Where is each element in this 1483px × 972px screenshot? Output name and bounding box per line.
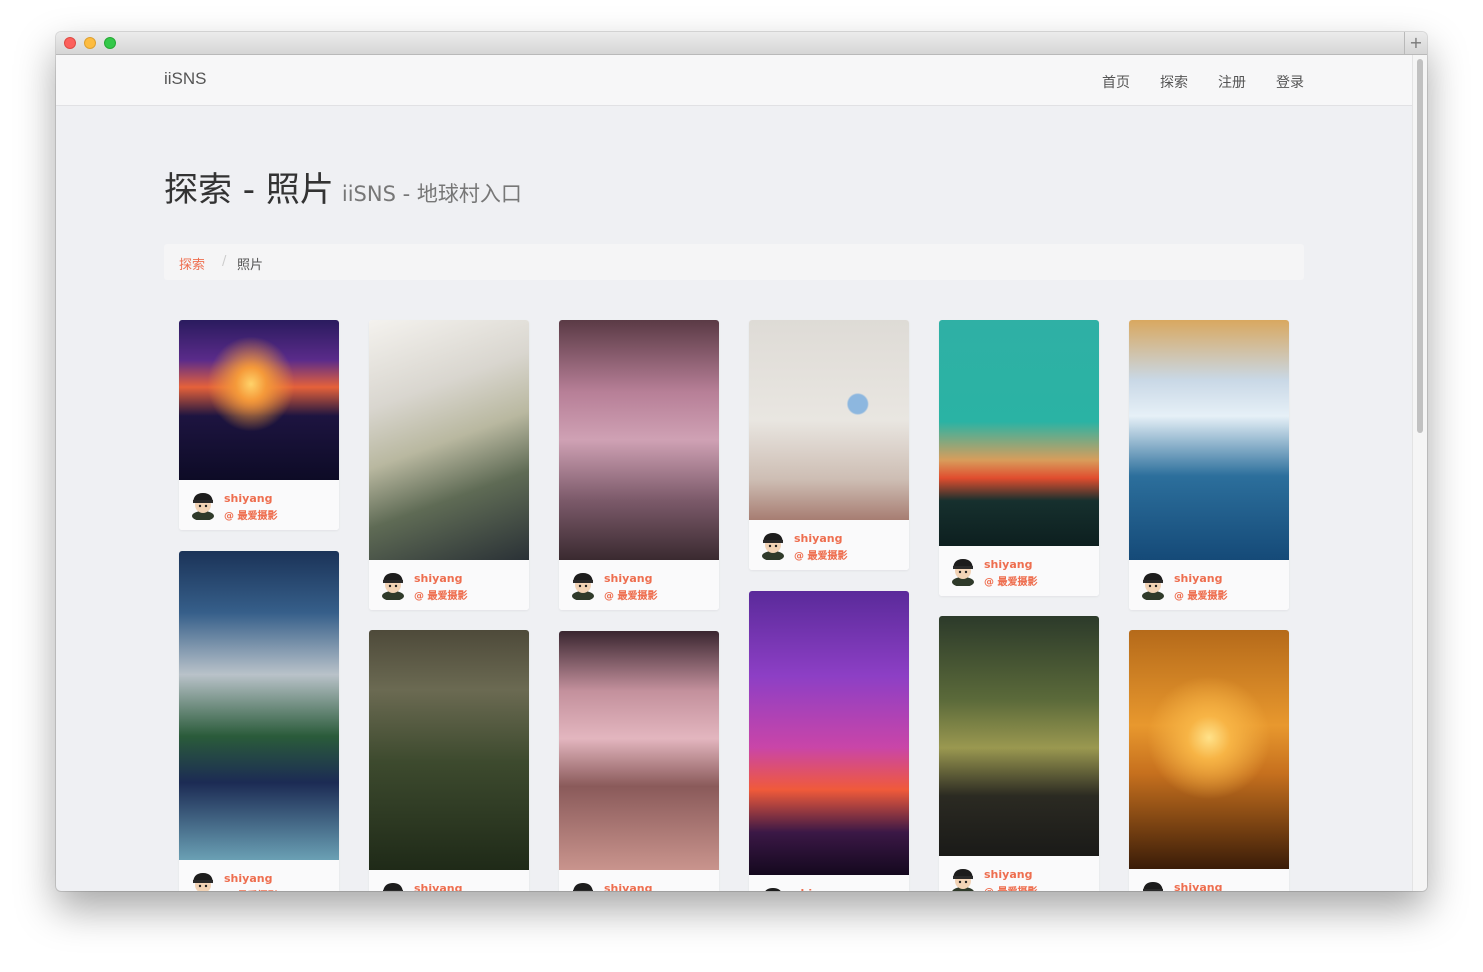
author-link[interactable]: shiyang (224, 872, 272, 885)
photo-image[interactable] (749, 591, 909, 875)
new-tab-button[interactable]: + (1404, 32, 1427, 54)
photo-meta: shiyang@ 最爱摄影 (559, 870, 719, 891)
author-link[interactable]: shiyang (414, 882, 462, 891)
photo-image[interactable] (559, 631, 719, 870)
photo-meta: shiyang @ 最爱摄影 (939, 546, 1099, 596)
avatar[interactable] (379, 880, 407, 891)
avatar[interactable] (189, 490, 217, 521)
photo-meta: shiyang @ 最爱摄影 (179, 480, 339, 530)
group-link[interactable]: @ 最爱摄影 (604, 587, 657, 602)
photo-card[interactable]: shiyang@ 最爱摄影 (749, 591, 909, 891)
avatar[interactable] (379, 570, 407, 601)
group-link[interactable]: @ 最爱摄影 (1174, 587, 1227, 602)
author-link[interactable]: shiyang (794, 887, 842, 891)
author-link[interactable]: shiyang (604, 882, 652, 891)
nav-link-explore[interactable]: 探索 (1160, 72, 1188, 92)
photo-image[interactable] (369, 320, 529, 560)
author-link[interactable]: shiyang (794, 532, 842, 545)
photo-image[interactable] (1129, 630, 1289, 869)
photo-meta: shiyang@ 最爱摄影 (369, 870, 529, 891)
photo-image[interactable] (1129, 320, 1289, 560)
photo-image[interactable] (179, 551, 339, 860)
photo-meta: shiyang@ 最爱摄影 (749, 875, 909, 891)
photo-meta: shiyang @ 最爱摄影 (749, 520, 909, 570)
nav-link-login[interactable]: 登录 (1276, 72, 1304, 92)
author-link[interactable]: shiyang (1174, 881, 1222, 891)
avatar[interactable] (949, 866, 977, 891)
group-link[interactable]: @ 最爱摄影 (984, 573, 1037, 588)
photo-card[interactable]: shiyang @ 最爱摄影 (559, 320, 719, 610)
photo-card[interactable]: shiyang@ 最爱摄影 (369, 630, 529, 891)
group-link[interactable]: @ 最爱摄影 (414, 587, 467, 602)
close-window-button[interactable] (64, 37, 76, 49)
photo-meta: shiyang @ 最爱摄影 (1129, 560, 1289, 610)
group-link[interactable]: @ 最爱摄影 (794, 547, 847, 562)
photo-meta: shiyang @ 最爱摄影 (369, 560, 529, 610)
breadcrumb: 探索 / 照片 (164, 244, 1304, 280)
minimize-window-button[interactable] (84, 37, 96, 49)
author-link[interactable]: shiyang (604, 572, 652, 585)
vertical-scrollbar[interactable] (1412, 55, 1427, 891)
avatar[interactable] (569, 880, 597, 891)
author-link[interactable]: shiyang (984, 558, 1032, 571)
navbar: iiSNS 首页 探索 注册 登录 (56, 55, 1413, 106)
photo-card[interactable]: shiyang @ 最爱摄影 (179, 551, 339, 891)
photo-meta: shiyang @ 最爱摄影 (939, 856, 1099, 891)
page-title: 探索 - 照片 iiSNS - 地球村入口 (164, 162, 522, 211)
photo-card[interactable]: shiyang @ 最爱摄影 (1129, 320, 1289, 610)
author-link[interactable]: shiyang (414, 572, 462, 585)
avatar[interactable] (1139, 879, 1167, 891)
photo-card[interactable]: shiyang @ 最爱摄影 (939, 616, 1099, 891)
avatar[interactable] (569, 570, 597, 601)
photo-meta: shiyang @ 最爱摄影 (559, 560, 719, 610)
breadcrumb-separator: / (222, 254, 227, 269)
avatar[interactable] (949, 556, 977, 587)
photo-card[interactable]: shiyang @ 最爱摄影 (369, 320, 529, 610)
breadcrumb-link-explore[interactable]: 探索 (179, 254, 205, 273)
browser-window: + iiSNS 首页 探索 注册 登录 探索 - 照片 iiSNS - 地球村入口… (56, 32, 1427, 891)
avatar[interactable] (759, 530, 787, 561)
brand-link[interactable]: iiSNS (164, 69, 207, 89)
photo-image[interactable] (179, 320, 339, 480)
page-heading: 探索 - 照片 (164, 170, 334, 210)
avatar[interactable] (1139, 570, 1167, 601)
page-subtitle: iiSNS - 地球村入口 (341, 182, 522, 206)
author-link[interactable]: shiyang (984, 868, 1032, 881)
group-link[interactable]: @ 最爱摄影 (224, 507, 277, 522)
photo-card[interactable]: shiyang @ 最爱摄影 (179, 320, 339, 530)
avatar[interactable] (189, 870, 217, 891)
group-link[interactable]: @ 最爱摄影 (984, 883, 1037, 891)
photo-card[interactable]: shiyang@ 最爱摄影 (1129, 630, 1289, 891)
group-link[interactable]: @ 最爱摄影 (224, 887, 277, 891)
nav-link-home[interactable]: 首页 (1102, 72, 1130, 92)
photo-image[interactable] (749, 320, 909, 520)
photo-card[interactable]: shiyang@ 最爱摄影 (559, 631, 719, 891)
photo-image[interactable] (939, 320, 1099, 546)
nav-link-register[interactable]: 注册 (1218, 72, 1246, 92)
zoom-window-button[interactable] (104, 37, 116, 49)
photo-image[interactable] (369, 630, 529, 870)
avatar[interactable] (759, 885, 787, 891)
photo-meta: shiyang@ 最爱摄影 (1129, 869, 1289, 891)
scrollbar-thumb[interactable] (1417, 59, 1423, 433)
photo-card[interactable]: shiyang @ 最爱摄影 (939, 320, 1099, 596)
photo-image[interactable] (939, 616, 1099, 856)
photo-meta: shiyang @ 最爱摄影 (179, 860, 339, 891)
breadcrumb-current: 照片 (237, 258, 264, 273)
photo-card[interactable]: shiyang @ 最爱摄影 (749, 320, 909, 570)
title-bar: + (56, 32, 1427, 55)
author-link[interactable]: shiyang (224, 492, 272, 505)
photo-image[interactable] (559, 320, 719, 560)
author-link[interactable]: shiyang (1174, 572, 1222, 585)
